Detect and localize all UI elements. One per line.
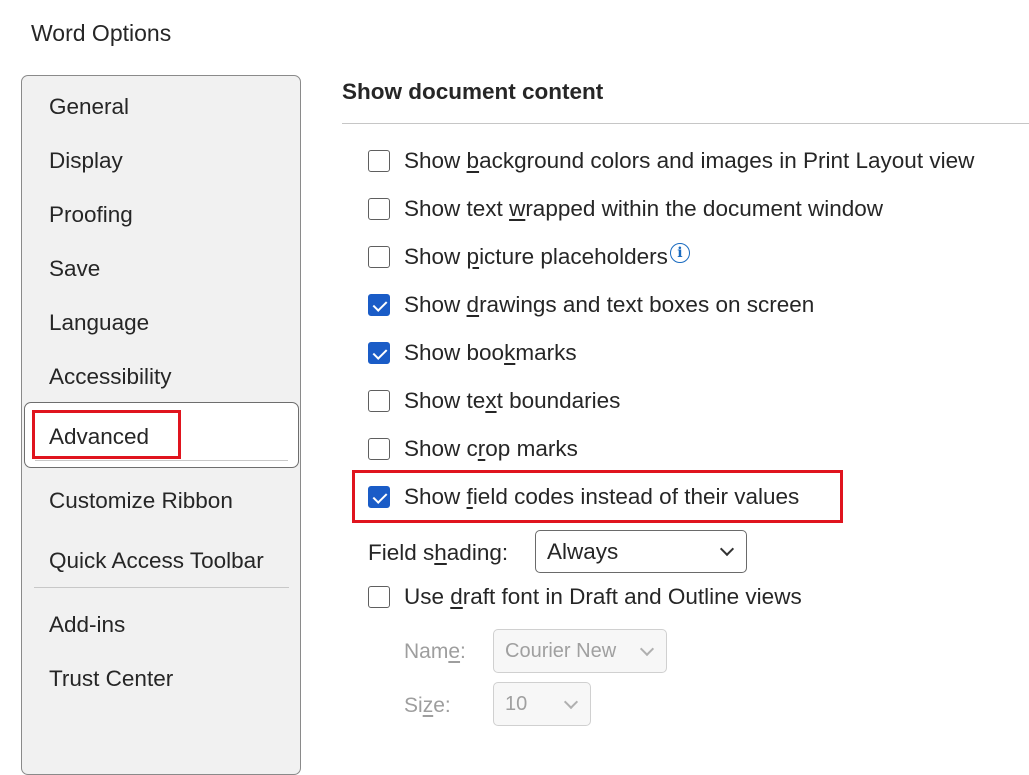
chevron-down-icon bbox=[639, 641, 655, 657]
draft-font-size-label: Size: bbox=[404, 694, 451, 717]
option-label: Show bookmarks bbox=[404, 340, 577, 365]
sidebar-item-proofing[interactable]: Proofing bbox=[49, 201, 133, 229]
option-label: Show crop marks bbox=[404, 436, 578, 461]
sidebar-item-save[interactable]: Save bbox=[49, 255, 100, 283]
checkbox-show-text-boundaries[interactable] bbox=[368, 390, 390, 412]
checkbox-use-draft-font[interactable] bbox=[368, 586, 390, 608]
sidebar-item-language[interactable]: Language bbox=[49, 309, 149, 337]
checkbox-show-bookmarks[interactable] bbox=[368, 342, 390, 364]
checkbox-show-background-colors[interactable] bbox=[368, 150, 390, 172]
checkbox-show-crop-marks[interactable] bbox=[368, 438, 390, 460]
option-label: Show background colors and images in Pri… bbox=[404, 148, 975, 173]
annotation-highlight-field-codes bbox=[352, 470, 843, 523]
draft-font-name-value: Courier New bbox=[505, 640, 617, 662]
draft-font-size-value: 10 bbox=[505, 693, 528, 715]
sidebar-item-customize-ribbon[interactable]: Customize Ribbon bbox=[49, 487, 233, 515]
info-icon[interactable]: i bbox=[669, 243, 690, 263]
sidebar-item-accessibility[interactable]: Accessibility bbox=[49, 363, 172, 391]
checkbox-show-drawings-text-boxes[interactable] bbox=[368, 294, 390, 316]
field-shading-dropdown[interactable]: Always bbox=[535, 530, 747, 573]
chevron-down-icon bbox=[563, 694, 579, 710]
draft-font-name-label: Name: bbox=[404, 640, 466, 663]
chevron-down-icon bbox=[719, 541, 735, 557]
sidebar-item-add-ins[interactable]: Add-ins bbox=[49, 611, 125, 639]
selected-item-underline bbox=[35, 460, 288, 461]
annotation-highlight-advanced bbox=[32, 410, 181, 459]
option-label: Show text boundaries bbox=[404, 388, 621, 413]
draft-font-name-dropdown[interactable]: Courier New bbox=[493, 629, 667, 673]
sidebar-item-quick-access-toolbar[interactable]: Quick Access Toolbar bbox=[49, 547, 264, 575]
window-title: Word Options bbox=[31, 20, 172, 46]
section-divider bbox=[342, 123, 1029, 124]
draft-font-size-dropdown[interactable]: 10 bbox=[493, 682, 591, 726]
sidebar-item-trust-center[interactable]: Trust Center bbox=[49, 665, 173, 693]
option-label: Show drawings and text boxes on screen bbox=[404, 292, 815, 317]
option-label: Use draft font in Draft and Outline view… bbox=[404, 584, 802, 609]
checkbox-show-text-wrapped[interactable] bbox=[368, 198, 390, 220]
sidebar-item-display[interactable]: Display bbox=[49, 147, 123, 175]
sidebar-nav: General Display Proofing Save Language A… bbox=[21, 75, 301, 775]
field-shading-value: Always bbox=[547, 539, 619, 564]
sidebar-separator bbox=[34, 587, 289, 588]
option-label: Show picture placeholders i bbox=[404, 243, 690, 271]
sidebar-item-general[interactable]: General bbox=[49, 93, 129, 121]
field-shading-label: Field shading: bbox=[368, 540, 509, 565]
checkbox-show-picture-placeholders[interactable] bbox=[368, 246, 390, 268]
section-title: Show document content bbox=[342, 79, 604, 104]
option-label: Show text wrapped within the document wi… bbox=[404, 196, 884, 221]
